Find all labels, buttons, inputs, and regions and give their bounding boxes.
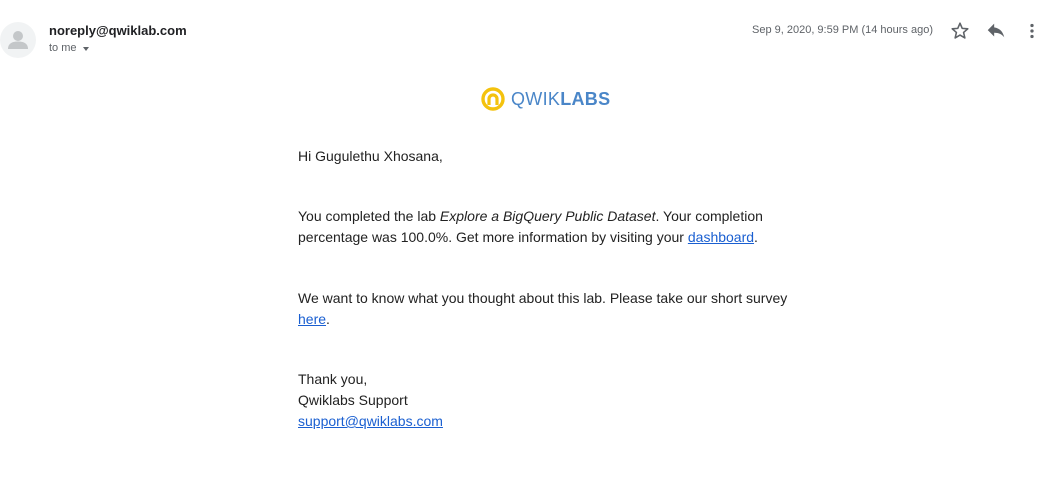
logo-wordmark: QWIKLABS: [511, 89, 610, 110]
chevron-down-icon[interactable]: [82, 47, 89, 51]
star-icon: [951, 22, 969, 39]
survey-paragraph: We want to know what you thought about t…: [298, 288, 798, 330]
email-header: noreply@qwiklab.com to me Sep 9, 2020, 9…: [0, 0, 1045, 70]
signature: Qwiklabs Support: [298, 392, 408, 408]
recipient-label: to me: [49, 42, 77, 54]
more-vert-icon: [1030, 23, 1034, 39]
reply-button[interactable]: [985, 20, 1007, 42]
lab-completion-paragraph: You completed the lab Explore a BigQuery…: [298, 206, 798, 248]
sender-address: noreply@qwiklab.com: [49, 23, 187, 38]
survey-text-before: We want to know what you thought about t…: [298, 290, 788, 306]
support-email-link[interactable]: support@qwiklabs.com: [298, 413, 443, 429]
sender-avatar[interactable]: [0, 22, 36, 58]
support-email-paragraph: support@qwiklabs.com: [298, 411, 798, 432]
lab-text-before: You completed the lab: [298, 208, 440, 224]
survey-link[interactable]: here: [298, 311, 326, 327]
dashboard-link[interactable]: dashboard: [688, 229, 754, 245]
star-button[interactable]: [949, 20, 971, 42]
reply-icon: [987, 23, 1005, 38]
recipient-details[interactable]: to me: [49, 42, 89, 54]
email-body: Hi Gugulethu Xhosana, You completed the …: [298, 146, 798, 432]
qwiklabs-logo: QWIKLABS: [481, 85, 610, 113]
signoff: Thank you,: [298, 371, 368, 387]
avatar-icon: [8, 31, 28, 49]
lab-name: Explore a BigQuery Public Dataset: [439, 208, 656, 224]
more-options-button[interactable]: [1021, 20, 1043, 42]
greeting: Hi Gugulethu Xhosana,: [298, 148, 443, 164]
logo-wordmark-light: QWIK: [511, 88, 561, 109]
email-timestamp: Sep 9, 2020, 9:59 PM (14 hours ago): [751, 24, 933, 36]
survey-text-end: .: [326, 311, 330, 327]
logo-wordmark-bold: LABS: [560, 88, 611, 109]
lab-text-end: .: [754, 229, 758, 245]
qwiklabs-logo-icon: [481, 87, 505, 111]
